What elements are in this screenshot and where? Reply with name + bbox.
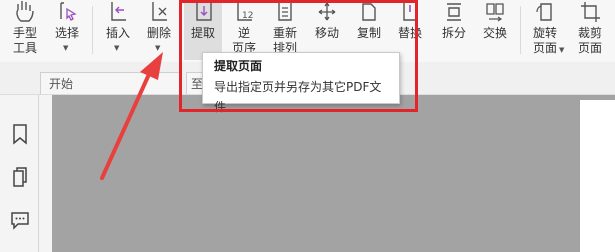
arrow-shaft <box>100 70 152 180</box>
arrow-head <box>140 52 163 80</box>
red-arrow-annotation <box>100 52 163 180</box>
